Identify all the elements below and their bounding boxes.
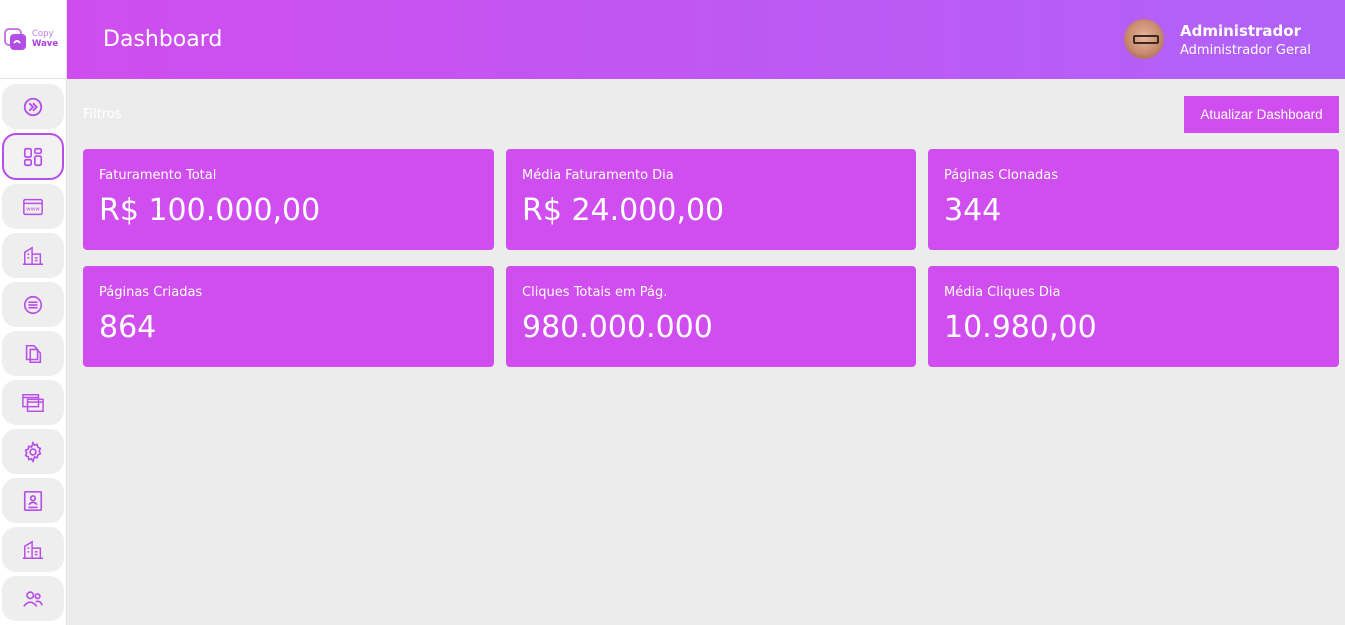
sidebar: Copy Wave www (0, 0, 67, 625)
sidebar-item-dashboard[interactable] (2, 133, 64, 180)
sidebar-item-profile[interactable] (2, 478, 64, 523)
sidebar-item-clone[interactable] (2, 331, 64, 376)
user-role: Administrador Geral (1180, 43, 1311, 58)
brand-logo[interactable]: Copy Wave (0, 0, 66, 79)
sidebar-item-windows[interactable] (2, 380, 64, 425)
stat-card-cloned-pages: Páginas Clonadas 344 (928, 149, 1339, 250)
double-chevron-right-icon (23, 97, 43, 116)
user-name: Administrador (1180, 22, 1301, 40)
building-icon (22, 245, 44, 265)
refresh-dashboard-button[interactable]: Atualizar Dashboard (1184, 96, 1339, 133)
sidebar-item-settings[interactable] (2, 429, 64, 474)
svg-text:www: www (26, 206, 40, 212)
dashboard-grid-icon (23, 147, 43, 166)
page-title: Dashboard (103, 27, 223, 52)
stat-card-label: Faturamento Total (99, 168, 217, 183)
top-header: Dashboard Administrador Administrador Ge… (67, 0, 1345, 79)
stat-card-label: Média Cliques Dia (944, 285, 1061, 300)
sidebar-item-collapse[interactable] (2, 84, 64, 129)
stat-card-label: Páginas Criadas (99, 285, 203, 300)
stat-card-value: R$ 100.000,00 (99, 193, 321, 228)
logo-icon (4, 27, 28, 51)
copy-files-icon (25, 344, 42, 363)
gear-icon (24, 440, 42, 463)
user-card-icon (23, 490, 43, 511)
sidebar-nav: www (2, 84, 64, 625)
filters-label[interactable]: Filtros (83, 107, 122, 122)
stat-card-avg-daily-revenue: Média Faturamento Dia R$ 24.000,00 (506, 149, 916, 250)
list-circle-icon (23, 295, 43, 314)
stat-card-label: Cliques Totais em Pág. (522, 285, 668, 300)
windows-icon (22, 393, 44, 412)
brand-line1: Copy (32, 29, 54, 39)
avatar[interactable] (1124, 19, 1164, 59)
brand-line2: Wave (32, 39, 59, 49)
stat-card-value: 10.980,00 (944, 310, 1097, 345)
sidebar-item-companies-2[interactable] (2, 527, 64, 572)
sidebar-item-users[interactable] (2, 576, 64, 621)
building-icon (22, 539, 44, 559)
stat-card-value: 344 (944, 193, 1002, 228)
sidebar-item-websites[interactable]: www (2, 184, 64, 229)
stat-card-value: 980.000.000 (522, 310, 713, 345)
stat-card-total-revenue: Faturamento Total R$ 100.000,00 (83, 149, 494, 250)
stat-card-label: Média Faturamento Dia (522, 168, 674, 183)
stat-card-total-clicks: Cliques Totais em Pág. 980.000.000 (506, 266, 916, 367)
sidebar-item-list[interactable] (2, 282, 64, 327)
stat-card-created-pages: Páginas Criadas 864 (83, 266, 494, 367)
stat-card-value: 864 (99, 310, 157, 345)
stat-card-value: R$ 24.000,00 (522, 193, 725, 228)
www-browser-icon: www (23, 198, 43, 215)
sidebar-item-companies[interactable] (2, 233, 64, 278)
stat-card-label: Páginas Clonadas (944, 168, 1059, 183)
users-icon (23, 590, 43, 607)
stat-card-avg-daily-clicks: Média Cliques Dia 10.980,00 (928, 266, 1339, 367)
